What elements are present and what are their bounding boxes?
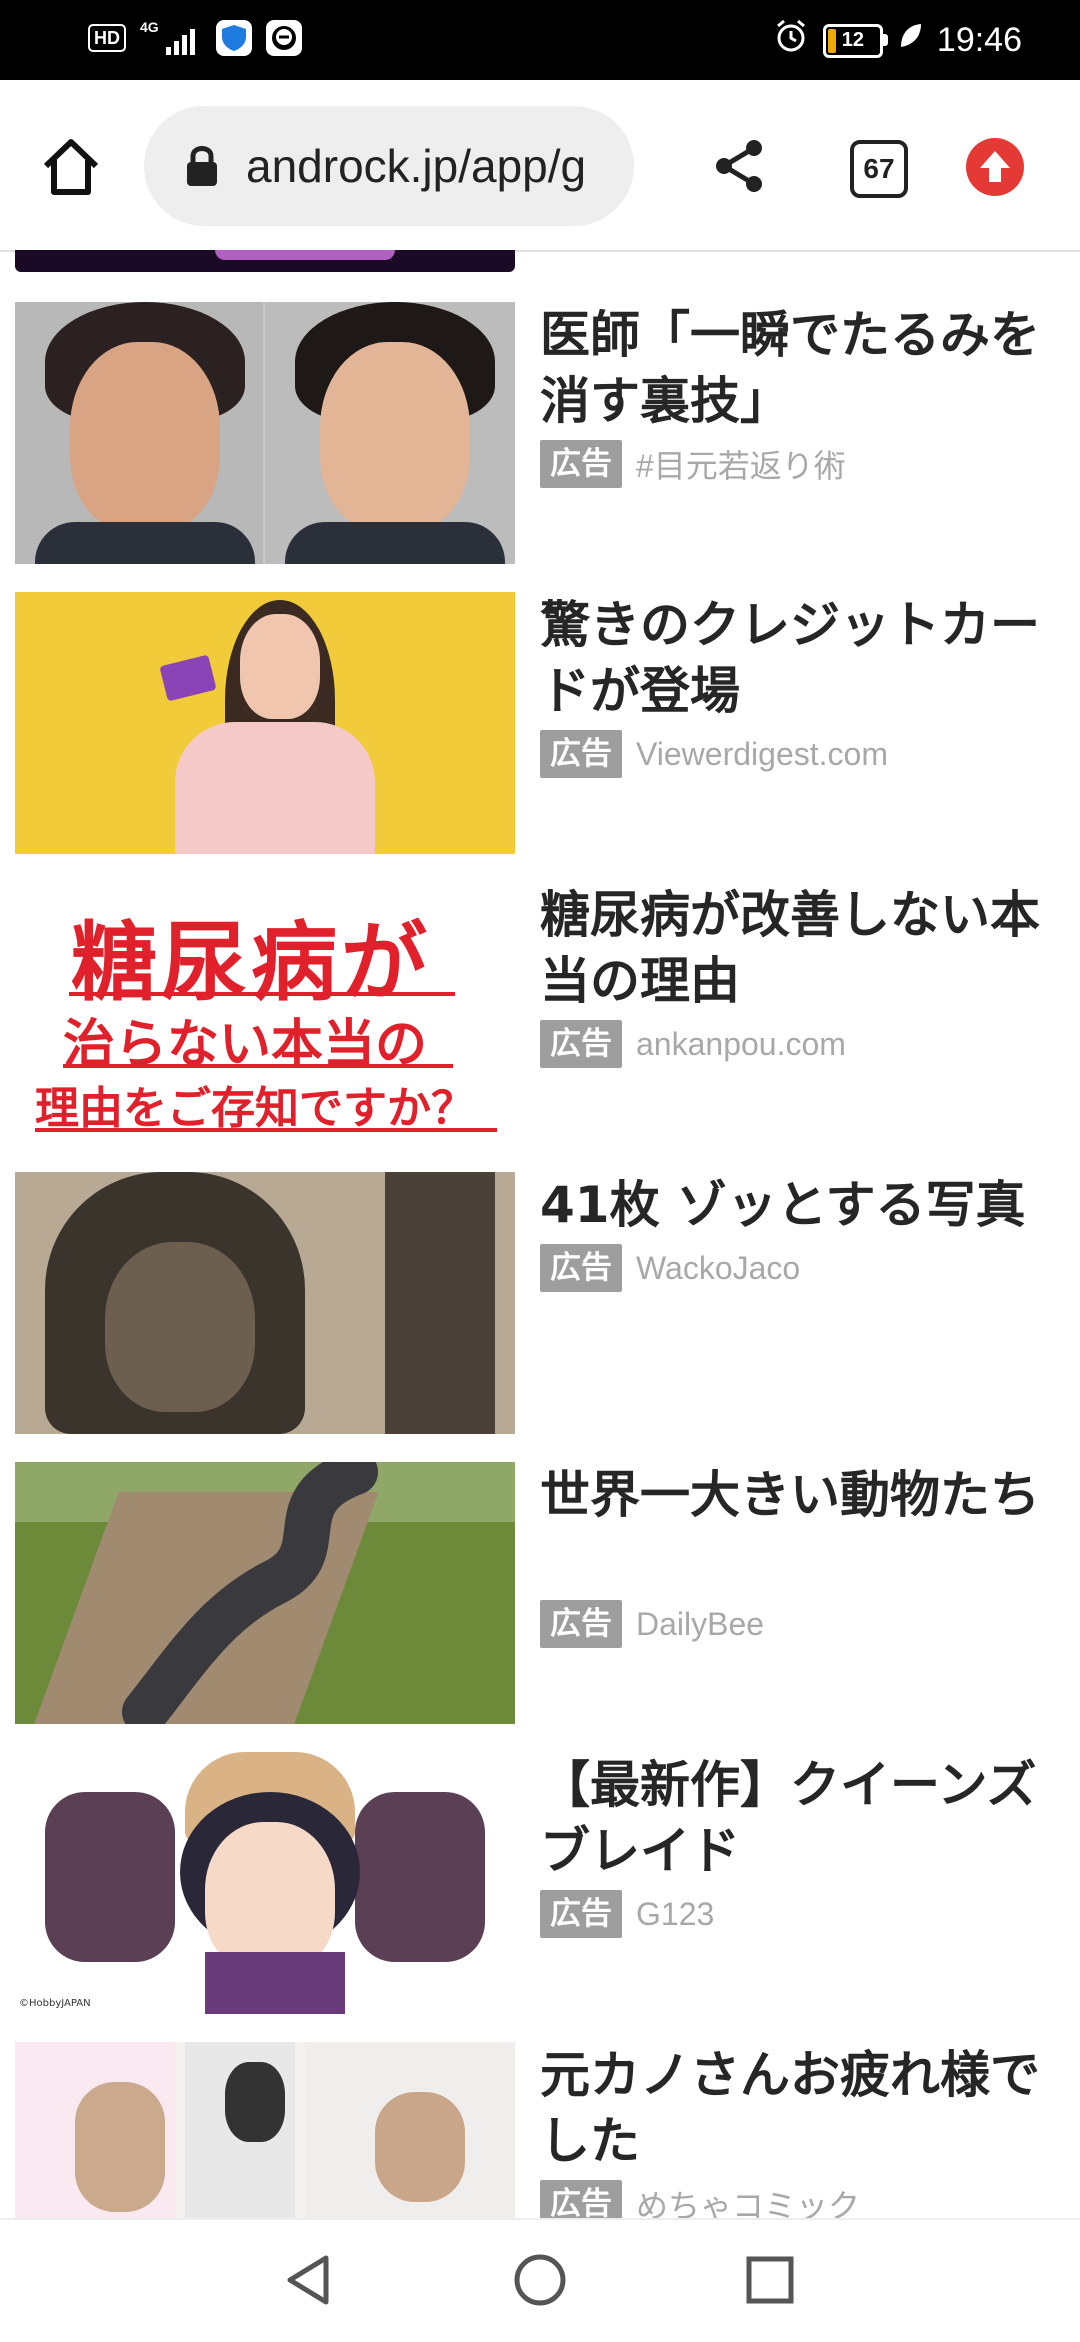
ad-feed: 医師「一瞬でたるみを消す裏技」 広告 #目元若返り術 驚きのクレジットカードが登… — [0, 250, 1080, 2218]
ad-title[interactable]: 糖尿病が改善しない本当の理由 — [540, 882, 1060, 1014]
signal-icon: 4G — [140, 19, 202, 55]
home-circle-icon[interactable] — [510, 2250, 570, 2310]
ad-title[interactable]: 41枚 ゾッとする写真 — [540, 1172, 1060, 1238]
alarm-icon — [773, 18, 809, 63]
ad-badge: 広告 — [540, 1244, 622, 1292]
url-text[interactable]: androck.jp/app/g — [246, 139, 586, 193]
list-item[interactable]: 41枚 ゾッとする写真 広告 WackoJaco — [15, 1172, 1065, 1434]
list-item[interactable]: 元カノさんお疲れ様でした 広告 めちゃコミック — [15, 2042, 1065, 2218]
ad-thumbnail[interactable] — [15, 1172, 515, 1434]
ad-thumbnail[interactable]: ©HobbyJAPAN — [15, 1752, 515, 2014]
ad-title[interactable]: 驚きのクレジットカードが登場 — [540, 592, 1060, 724]
update-arrow-icon[interactable] — [966, 138, 1024, 196]
ad-meta: 広告 Viewerdigest.com — [540, 730, 888, 778]
ad-source: #目元若返り術 — [636, 448, 846, 484]
ad-badge: 広告 — [540, 440, 622, 488]
list-item[interactable]: 世界一大きい動物たち 広告 DailyBee — [15, 1462, 1065, 1724]
ad-badge: 広告 — [540, 1890, 622, 1938]
ad-title[interactable]: 医師「一瞬でたるみを消す裏技」 — [540, 302, 1060, 434]
network-type: 4G — [140, 19, 159, 35]
back-triangle-icon[interactable] — [280, 2250, 340, 2310]
ad-title[interactable]: 元カノさんお疲れ様でした — [540, 2042, 1060, 2174]
battery-icon: 12 — [822, 23, 888, 58]
chat-app-icon — [266, 20, 302, 56]
home-icon[interactable] — [36, 132, 106, 202]
ad-source: DailyBee — [636, 1605, 765, 1642]
shield-app-icon — [216, 20, 252, 56]
list-item[interactable]: 糖尿病が 治らない本当の 理由をご存知ですか？ 糖尿病が改善しない本当の理由 広… — [15, 882, 1065, 1144]
list-item[interactable]: 医師「一瞬でたるみを消す裏技」 広告 #目元若返り術 — [15, 302, 1065, 564]
browser-toolbar: androck.jp/app/g 67 — [0, 80, 1080, 252]
thumb-caption: ©HobbyJAPAN — [19, 1998, 91, 2009]
recents-square-icon[interactable] — [740, 2250, 800, 2310]
ad-source: Viewerdigest.com — [636, 735, 888, 772]
ad-meta: 広告 ankanpou.com — [540, 1020, 846, 1068]
address-bar[interactable]: androck.jp/app/g — [144, 106, 634, 226]
share-icon[interactable] — [712, 138, 768, 194]
ad-meta: 広告 めちゃコミック — [540, 2180, 860, 2218]
ad-thumbnail[interactable] — [15, 302, 515, 564]
status-bar: HD 4G 12 19:46 — [0, 0, 1080, 80]
ad-badge: 広告 — [540, 2180, 622, 2218]
ad-source: ankanpou.com — [636, 1025, 846, 1062]
ad-title[interactable]: 【最新作】クイーンズブレイド — [540, 1752, 1060, 1884]
ad-thumbnail[interactable] — [15, 1462, 515, 1724]
prev-ad-image-fragment — [15, 250, 515, 272]
ad-meta: 広告 G123 — [540, 1890, 714, 1938]
clock: 19:46 — [936, 21, 1022, 59]
list-item[interactable]: ©HobbyJAPAN 【最新作】クイーンズブレイド 広告 G123 — [15, 1752, 1065, 2014]
list-item[interactable]: 驚きのクレジットカードが登場 広告 Viewerdigest.com — [15, 592, 1065, 854]
ad-thumbnail[interactable]: 糖尿病が 治らない本当の 理由をご存知ですか？ — [15, 882, 515, 1144]
ad-source: G123 — [636, 1895, 715, 1932]
battery-level: 12 — [841, 29, 865, 51]
ad-title[interactable]: 世界一大きい動物たち — [540, 1462, 1060, 1528]
ad-source: WackoJaco — [636, 1249, 801, 1286]
thumb-text-line3: 理由をご存知ですか？ — [35, 1083, 475, 1134]
system-nav-bar — [0, 2218, 1080, 2342]
ad-thumbnail[interactable] — [15, 2042, 515, 2218]
ad-meta: 広告 #目元若返り術 — [540, 440, 846, 488]
tab-count: 67 — [863, 153, 895, 184]
ad-meta: 広告 WackoJaco — [540, 1244, 800, 1292]
ad-badge: 広告 — [540, 1600, 622, 1648]
hd-indicator: HD — [88, 24, 126, 52]
thumb-text-line1: 糖尿病が — [71, 913, 431, 1013]
ad-badge: 広告 — [540, 730, 622, 778]
ad-source: めちゃコミック — [636, 2188, 861, 2218]
ad-badge: 広告 — [540, 1020, 622, 1068]
ad-thumbnail[interactable] — [15, 592, 515, 854]
leaf-icon — [897, 21, 923, 60]
tabs-counter-icon[interactable]: 67 — [850, 140, 908, 198]
lock-icon — [184, 144, 220, 188]
ad-meta: 広告 DailyBee — [540, 1600, 764, 1648]
